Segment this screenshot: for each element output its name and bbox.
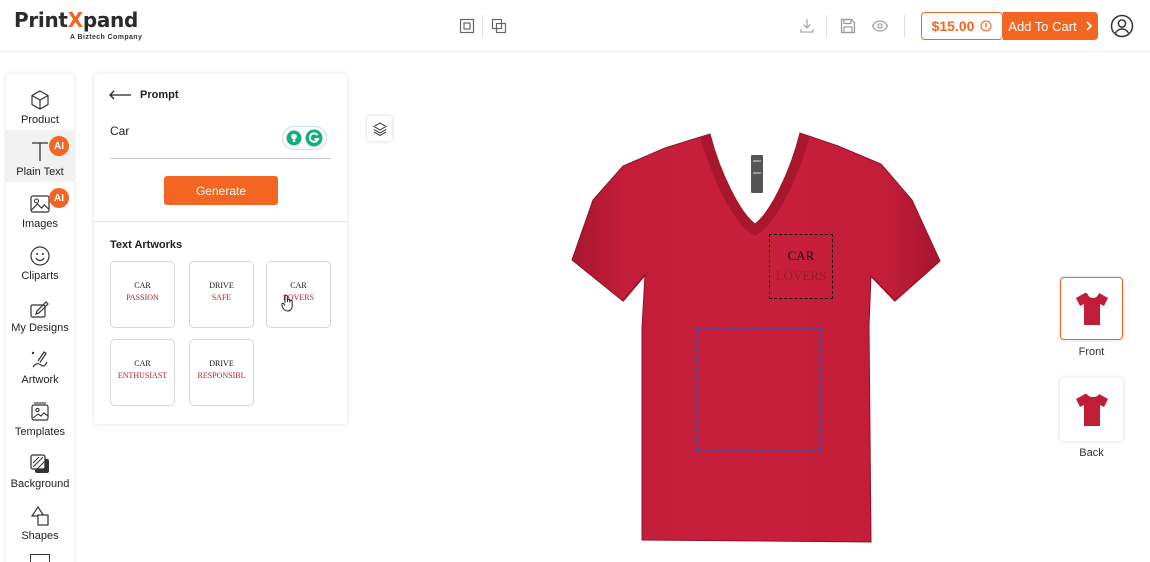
artwork-icon [31, 351, 48, 368]
tshirt-back-icon [1075, 393, 1108, 426]
image-icon [30, 195, 50, 213]
add-to-cart-label: Add To Cart [1008, 18, 1077, 34]
bulb-icon [286, 130, 302, 146]
duplicate-icon[interactable] [489, 16, 509, 36]
view-front-label: Front [1078, 346, 1105, 358]
artwork-card[interactable]: CAR PASSION [110, 261, 175, 328]
grammarly-icon [305, 129, 323, 147]
sidebar-item-label: Background [10, 478, 70, 490]
placed-text-line2: LOVERS [775, 268, 827, 283]
ai-badge: AI [49, 188, 69, 208]
sidebar-item-label: Templates [14, 426, 66, 438]
brand-name: PrintXpand [14, 8, 138, 32]
sidebar-item-images[interactable]: Images AI [6, 182, 74, 234]
top-bar: PrintXpand A Biztech Company $15.00 Add … [0, 0, 1150, 52]
sidebar-item-artwork[interactable]: Artwork [6, 338, 74, 390]
chevron-right-icon [1086, 21, 1092, 31]
placed-text-line1: CAR [787, 248, 815, 263]
sidebar-item-shapes[interactable]: Shapes [6, 494, 74, 546]
sidebar-item-product[interactable]: Product [6, 78, 74, 130]
divider [94, 221, 347, 222]
brand-tagline: A Biztech Company [70, 34, 143, 41]
sidebar-item-label: Artwork [21, 374, 59, 386]
text-prompt-panel: Prompt Car Generate Text Artworks CAR PA… [94, 74, 347, 424]
prompt-underline [110, 158, 331, 159]
cube-icon [31, 90, 49, 110]
text-icon [32, 142, 48, 161]
price-value: $15.00 [931, 18, 975, 34]
layers-button[interactable] [367, 116, 392, 141]
save-icon[interactable] [838, 16, 858, 36]
sidebar-item-label: Cliparts [21, 270, 59, 282]
back-button[interactable]: Prompt [108, 89, 179, 101]
sidebar-item-label: My Designs [11, 322, 69, 334]
preview-icon[interactable] [870, 16, 890, 36]
artwork-card[interactable]: DRIVE SAFE [189, 261, 254, 328]
generate-button[interactable]: Generate [164, 176, 278, 205]
sidebar-item-templates[interactable]: Templates [6, 390, 74, 442]
view-back-thumbnail[interactable] [1060, 378, 1123, 441]
add-to-cart-button[interactable]: Add To Cart [1003, 12, 1098, 40]
brand-logo[interactable]: PrintXpand [14, 8, 138, 32]
hand-cursor-icon [281, 294, 293, 312]
sidebar: Product Plain Text AI Images AI Cliparts… [6, 74, 74, 562]
ai-badge: AI [49, 136, 69, 156]
user-icon[interactable] [1110, 14, 1134, 38]
sidebar-item-label: Plain Text [16, 166, 64, 178]
tshirt-front-icon [1075, 292, 1108, 325]
layers-icon [372, 121, 387, 136]
artwork-card[interactable]: CAR LOVERS [266, 261, 331, 328]
fit-screen-icon[interactable] [457, 16, 477, 36]
price-button[interactable]: $15.00 [921, 12, 1003, 40]
download-icon[interactable] [797, 16, 817, 36]
sidebar-item-plain-text[interactable]: Plain Text AI [6, 130, 74, 182]
sidebar-item-label: Images [21, 218, 59, 230]
artwork-card[interactable]: CAR ENTHUSIAST [110, 339, 175, 406]
text-artworks-title: Text Artworks [110, 239, 183, 251]
grammarly-widget[interactable] [282, 126, 327, 150]
view-front-thumbnail[interactable] [1060, 277, 1123, 340]
shapes-icon [30, 505, 49, 526]
background-icon [30, 454, 49, 473]
sidebar-item-my-designs[interactable]: My Designs [6, 286, 74, 338]
placed-text-box[interactable]: CAR LOVERS [769, 234, 833, 299]
view-back-label: Back [1079, 447, 1104, 459]
more-icon [30, 554, 50, 562]
panel-title: Prompt [140, 89, 179, 101]
smiley-icon [30, 246, 50, 266]
templates-icon [31, 402, 49, 421]
prompt-input[interactable]: Car [110, 124, 129, 138]
sidebar-item-label: Product [21, 114, 59, 126]
sidebar-item-label: Shapes [21, 530, 59, 542]
print-area-guide[interactable] [696, 328, 821, 451]
sidebar-item-background[interactable]: Background [6, 442, 74, 494]
sidebar-item-cliparts[interactable]: Cliparts [6, 234, 74, 286]
artwork-card[interactable]: DRIVE RESPONSIBL [189, 339, 254, 406]
my-designs-icon [30, 301, 49, 318]
info-icon [980, 20, 992, 32]
arrow-left-icon [109, 90, 131, 100]
